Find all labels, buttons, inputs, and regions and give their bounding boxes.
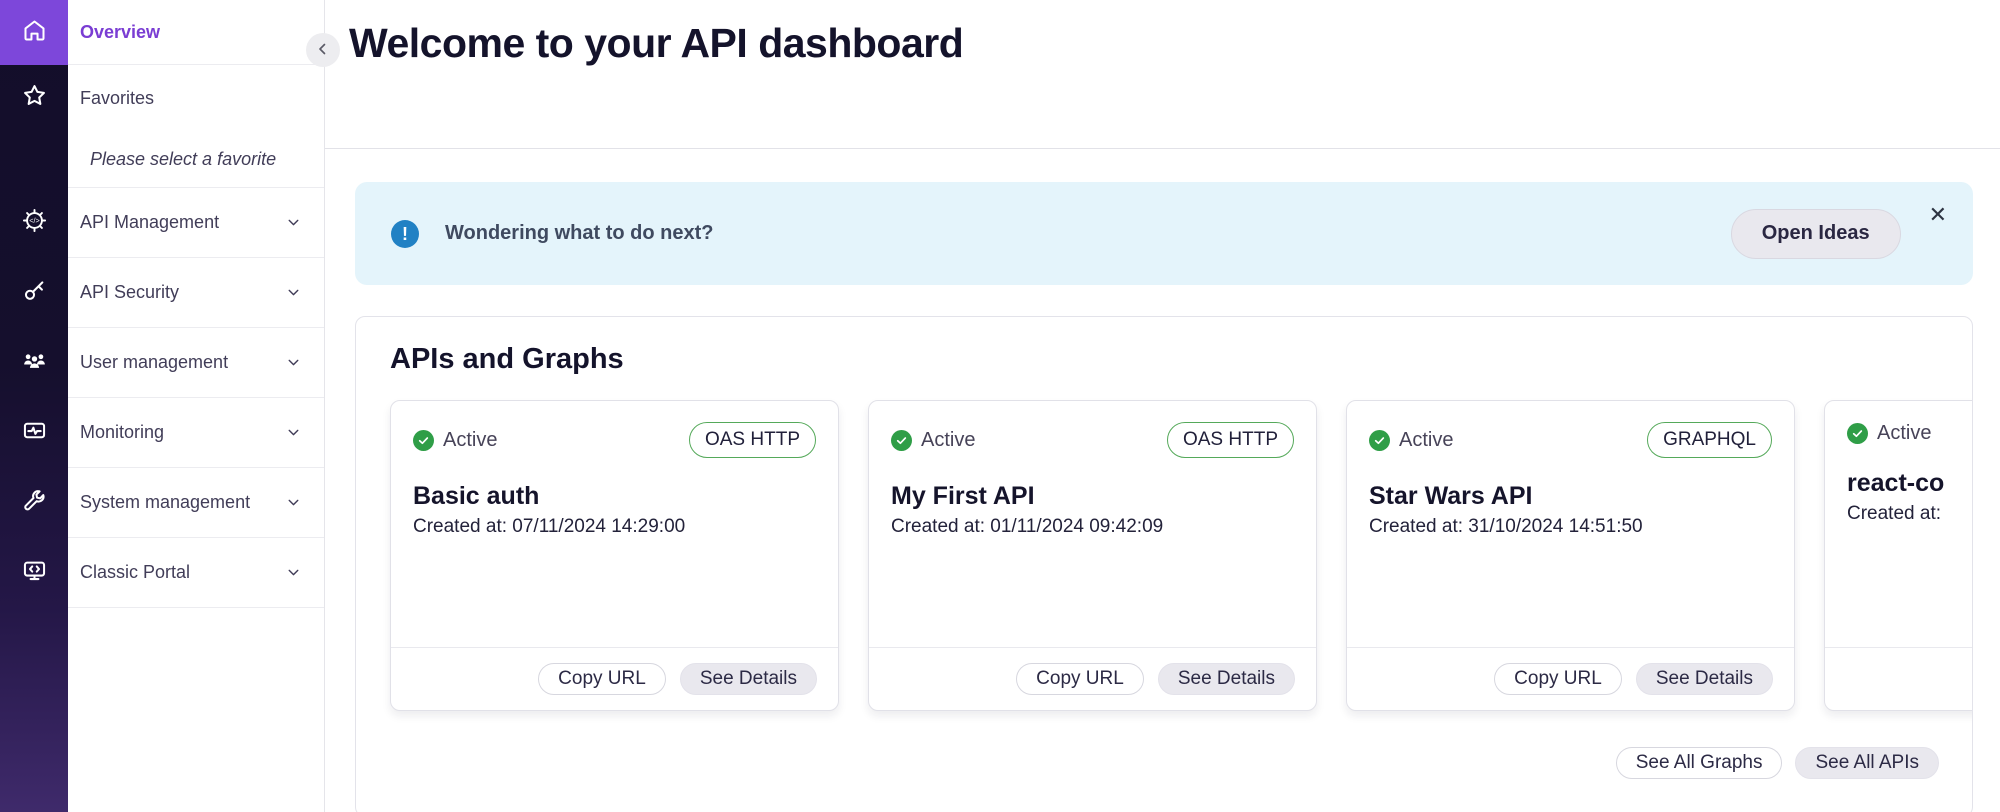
info-banner: ! Wondering what to do next? Open Ideas … <box>355 182 1973 285</box>
page-title: Welcome to your API dashboard <box>349 20 2000 67</box>
api-card: Active react-co Created at: Copy URL See… <box>1824 400 1973 711</box>
sidebar-item-api-security[interactable]: API Security <box>68 258 324 328</box>
rail-item-monitoring[interactable] <box>0 398 68 468</box>
main-content: Welcome to your API dashboard ! Wonderin… <box>325 0 2000 812</box>
monitor-pulse-icon <box>21 417 48 449</box>
copy-url-button[interactable]: Copy URL <box>1494 663 1622 695</box>
status-badge: Active <box>921 429 975 452</box>
apis-graphs-panel: APIs and Graphs Active OAS HTTP Basic au… <box>355 316 1973 812</box>
see-details-button[interactable]: See Details <box>1158 663 1295 695</box>
chevron-down-icon <box>285 564 302 581</box>
copy-url-button[interactable]: Copy URL <box>1016 663 1144 695</box>
api-card: Active GRAPHQL Star Wars API Created at:… <box>1346 400 1795 711</box>
chevron-down-icon <box>285 424 302 441</box>
api-type-badge: OAS HTTP <box>689 422 816 458</box>
sidebar-item-monitoring[interactable]: Monitoring <box>68 398 324 468</box>
panel-actions: See All Graphs See All APIs <box>390 747 1939 779</box>
chevron-down-icon <box>285 214 302 231</box>
gear-code-icon: </> <box>21 207 48 239</box>
sidebar-item-label: Overview <box>80 22 160 43</box>
active-check-icon <box>1847 423 1868 444</box>
api-name: Star Wars API <box>1369 482 1772 511</box>
chevron-down-icon <box>285 284 302 301</box>
api-card: Active OAS HTTP My First API Created at:… <box>868 400 1317 711</box>
star-icon <box>21 82 48 114</box>
icon-rail: </> <box>0 0 68 812</box>
monitor-code-icon <box>21 557 48 589</box>
sidebar-collapse-button[interactable] <box>306 33 340 67</box>
sidebar-item-favorites[interactable]: Favorites <box>68 65 324 131</box>
wrench-icon <box>21 487 48 519</box>
api-card: Active OAS HTTP Basic auth Created at: 0… <box>390 400 839 711</box>
active-check-icon <box>891 430 912 451</box>
key-icon <box>21 277 48 309</box>
api-type-badge: GRAPHQL <box>1647 422 1772 458</box>
sidebar-item-classic-portal[interactable]: Classic Portal <box>68 538 324 608</box>
sidebar-item-label: Favorites <box>80 88 154 109</box>
rail-spacer <box>0 131 68 188</box>
favorites-placeholder-text: Please select a favorite <box>90 149 276 170</box>
api-created-at: Created at: 07/11/2024 14:29:00 <box>413 516 816 538</box>
see-details-button[interactable]: See Details <box>1636 663 1773 695</box>
open-ideas-button[interactable]: Open Ideas <box>1731 209 1901 259</box>
rail-item-api-security[interactable] <box>0 258 68 328</box>
see-all-graphs-button[interactable]: See All Graphs <box>1616 747 1783 779</box>
rail-item-favorites[interactable] <box>0 65 68 131</box>
copy-url-button[interactable]: Copy URL <box>538 663 666 695</box>
api-card-row: Active OAS HTTP Basic auth Created at: 0… <box>390 400 1972 711</box>
sidebar-item-label: API Management <box>80 212 219 233</box>
status-badge: Active <box>443 429 497 452</box>
rail-item-system-management[interactable] <box>0 468 68 538</box>
panel-title: APIs and Graphs <box>390 343 1972 376</box>
chevron-down-icon <box>285 494 302 511</box>
page-header: Welcome to your API dashboard <box>325 20 2000 149</box>
sidebar-item-system-management[interactable]: System management <box>68 468 324 538</box>
rail-item-user-management[interactable] <box>0 328 68 398</box>
chevron-down-icon <box>285 354 302 371</box>
close-icon[interactable]: ✕ <box>1929 204 1947 226</box>
api-created-at: Created at: 01/11/2024 09:42:09 <box>891 516 1294 538</box>
rail-item-classic-portal[interactable] <box>0 538 68 608</box>
status-badge: Active <box>1399 429 1453 452</box>
sidebar-item-label: System management <box>80 492 250 513</box>
sidebar: Overview Favorites Please select a favor… <box>68 0 325 812</box>
users-icon <box>21 347 48 379</box>
svg-text:</>: </> <box>29 216 39 225</box>
info-icon: ! <box>391 220 419 248</box>
banner-message: Wondering what to do next? <box>445 222 714 245</box>
status-badge: Active <box>1877 422 1931 445</box>
api-type-badge: OAS HTTP <box>1167 422 1294 458</box>
home-icon <box>21 17 48 49</box>
api-created-at: Created at: 31/10/2024 14:51:50 <box>1369 516 1772 538</box>
sidebar-item-api-management[interactable]: API Management <box>68 188 324 258</box>
sidebar-item-label: API Security <box>80 282 179 303</box>
active-check-icon <box>413 430 434 451</box>
app-window: </> Overview Favorites Please select a f… <box>0 0 2000 812</box>
see-all-apis-button[interactable]: See All APIs <box>1795 747 1939 779</box>
sidebar-item-user-management[interactable]: User management <box>68 328 324 398</box>
see-details-button[interactable]: See Details <box>680 663 817 695</box>
api-created-at: Created at: <box>1847 503 1973 525</box>
api-name: Basic auth <box>413 482 816 511</box>
copy-url-button[interactable]: Copy URL <box>1972 663 1973 695</box>
sidebar-item-label: Classic Portal <box>80 562 190 583</box>
sidebar-item-label: Monitoring <box>80 422 164 443</box>
sidebar-item-overview[interactable]: Overview <box>68 0 324 65</box>
api-name: My First API <box>891 482 1294 511</box>
sidebar-item-label: User management <box>80 352 228 373</box>
api-name: react-co <box>1847 469 1973 498</box>
rail-item-overview[interactable] <box>0 0 68 65</box>
rail-item-api-management[interactable]: </> <box>0 188 68 258</box>
favorites-placeholder: Please select a favorite <box>68 131 324 188</box>
active-check-icon <box>1369 430 1390 451</box>
chevron-left-icon <box>314 40 332 61</box>
